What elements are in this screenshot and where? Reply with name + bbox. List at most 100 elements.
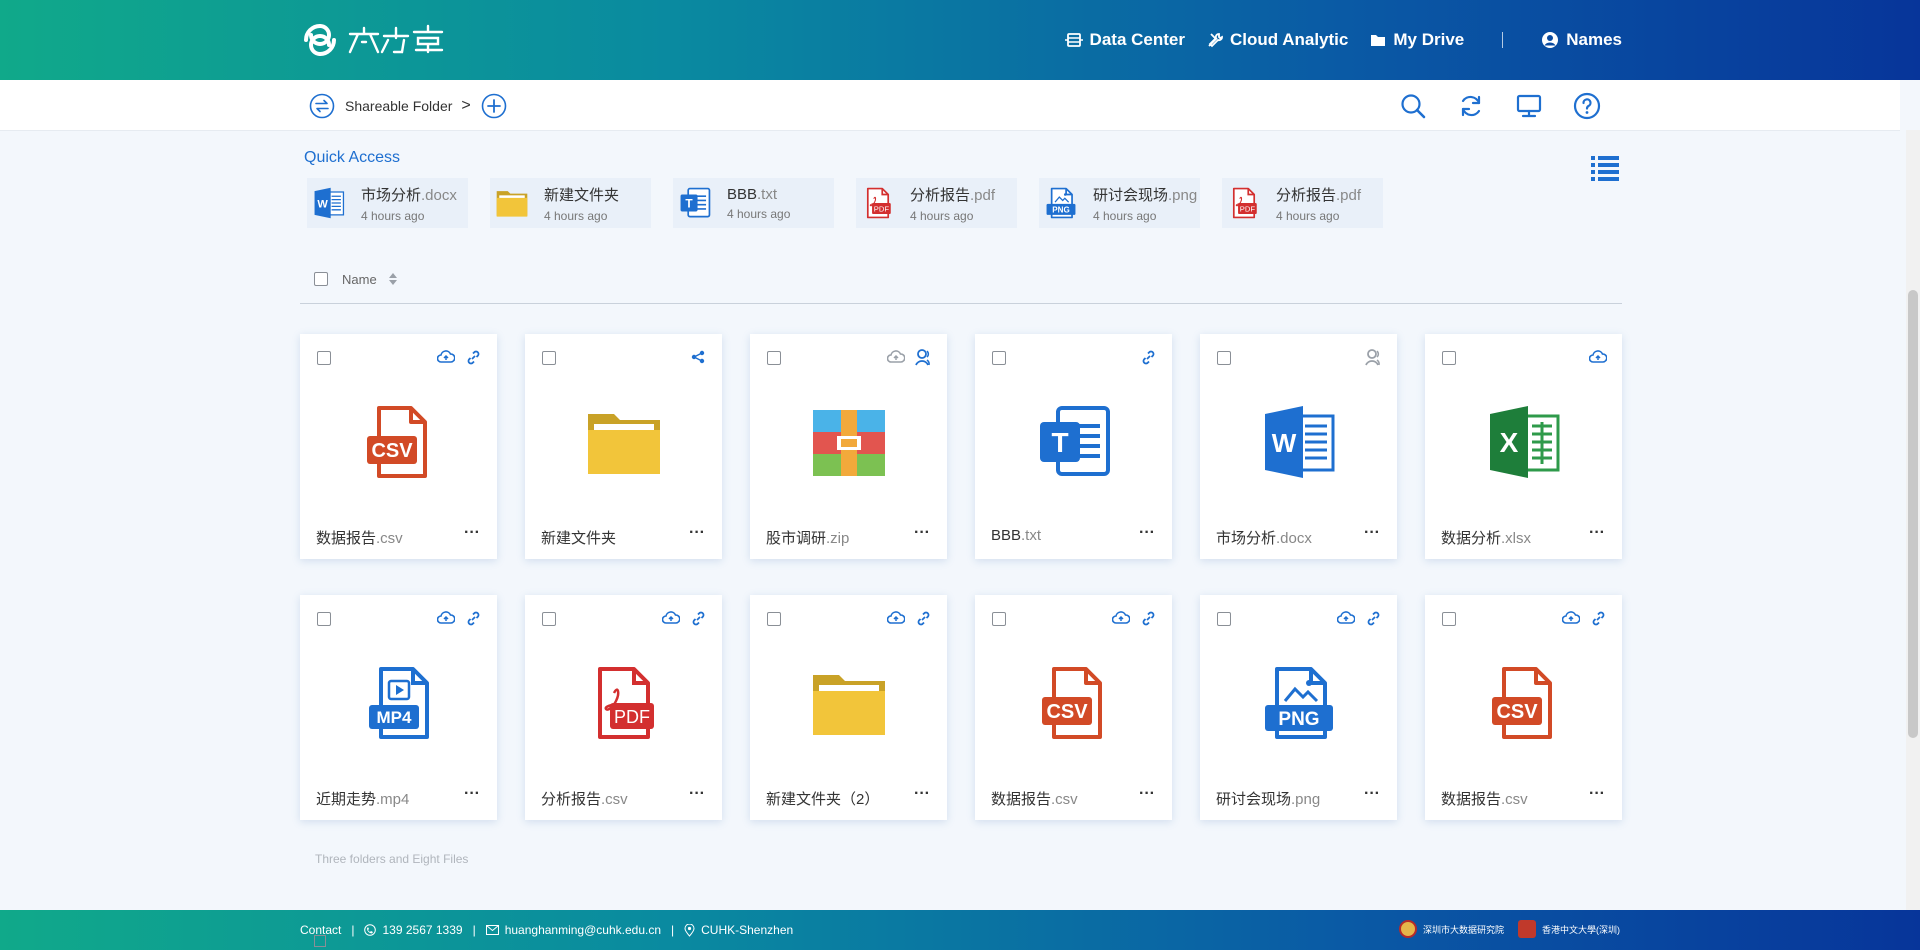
file-checkbox[interactable]: [767, 612, 781, 626]
file-card[interactable]: 新建文件夹（2） ···: [750, 595, 947, 820]
cloud-upload-icon[interactable]: [886, 608, 906, 628]
quick-access-item[interactable]: W 市场分析.docx 4 hours ago: [307, 178, 468, 228]
brand-logo[interactable]: [300, 20, 465, 60]
file-card[interactable]: 股市调研.zip ···: [750, 334, 947, 559]
cloud-upload-icon[interactable]: [436, 608, 456, 628]
quick-access-item[interactable]: T BBB.txt 4 hours ago: [673, 178, 834, 228]
quick-access-time: 4 hours ago: [361, 208, 425, 223]
footer-divider: |: [472, 923, 476, 937]
file-badges: [681, 347, 708, 367]
link-icon[interactable]: [463, 608, 483, 628]
more-options-button[interactable]: ···: [914, 785, 930, 803]
folder-icon: [1371, 35, 1386, 46]
file-name: 数据报告.csv: [316, 530, 403, 547]
contact-phone[interactable]: 139 2567 1339: [382, 923, 462, 937]
file-name: 股市调研.zip: [766, 530, 850, 547]
file-checkbox[interactable]: [317, 351, 331, 365]
display-button[interactable]: [1514, 91, 1544, 121]
cloud-upload-icon[interactable]: [436, 347, 456, 367]
more-options-button[interactable]: ···: [464, 785, 480, 803]
file-checkbox[interactable]: [542, 612, 556, 626]
user-menu[interactable]: Names: [1541, 30, 1622, 50]
file-checkbox[interactable]: [1217, 351, 1231, 365]
file-card[interactable]: PDF 分析报告.csv ···: [525, 595, 722, 820]
quick-access-item[interactable]: PDF 分析报告.pdf 4 hours ago: [1222, 178, 1383, 228]
cloud-upload-icon[interactable]: [886, 347, 906, 367]
breadcrumb-current[interactable]: Shareable Folder: [345, 98, 452, 114]
cloud-upload-icon[interactable]: [661, 608, 681, 628]
folder-icon: [494, 185, 530, 221]
file-card[interactable]: CSV 数据报告.csv ···: [1425, 595, 1622, 820]
more-options-button[interactable]: ···: [914, 524, 930, 542]
partner-sribd[interactable]: 深圳市大数据研究院: [1398, 920, 1504, 938]
select-all-checkbox[interactable]: [314, 272, 328, 286]
link-icon[interactable]: [463, 347, 483, 367]
add-circle-icon[interactable]: [481, 93, 507, 119]
cloud-upload-icon[interactable]: [1561, 608, 1581, 628]
partner-cuhksz[interactable]: 香港中文大學(深圳): [1518, 920, 1620, 938]
file-card[interactable]: T BBB.txt ···: [975, 334, 1172, 559]
more-options-button[interactable]: ···: [1364, 524, 1380, 542]
file-checkbox[interactable]: [1217, 612, 1231, 626]
scrollbar-thumb[interactable]: [1908, 290, 1918, 738]
nav-cloud-analytic[interactable]: Cloud Analytic: [1207, 30, 1348, 50]
zip-file-icon: [809, 402, 889, 482]
file-checkbox[interactable]: [542, 351, 556, 365]
link-icon[interactable]: [1588, 608, 1608, 628]
file-checkbox[interactable]: [992, 612, 1006, 626]
cloud-upload-icon[interactable]: [1336, 608, 1356, 628]
floating-checkbox[interactable]: [314, 935, 326, 947]
link-icon[interactable]: [1138, 347, 1158, 367]
switch-icon[interactable]: [309, 93, 335, 119]
nav-data-center[interactable]: Data Center: [1064, 30, 1185, 50]
more-options-button[interactable]: ···: [689, 524, 705, 542]
vertical-scrollbar[interactable]: [1906, 130, 1920, 910]
contact-email[interactable]: huanghanming@cuhk.edu.cn: [505, 923, 661, 937]
nav-my-drive[interactable]: My Drive: [1370, 30, 1464, 50]
refresh-button[interactable]: [1456, 91, 1486, 121]
tools-icon: [1208, 33, 1223, 48]
sort-icon[interactable]: [388, 272, 398, 286]
file-card[interactable]: CSV 数据报告.csv ···: [975, 595, 1172, 820]
shared-users-icon[interactable]: [913, 347, 933, 367]
file-checkbox[interactable]: [767, 351, 781, 365]
user-circle-icon: [1542, 32, 1559, 48]
quick-access-item[interactable]: 新建文件夹 4 hours ago: [490, 178, 651, 228]
file-checkbox[interactable]: [317, 612, 331, 626]
search-button[interactable]: [1398, 91, 1428, 121]
shared-users-icon[interactable]: [1363, 347, 1383, 367]
cloud-upload-icon[interactable]: [1111, 608, 1131, 628]
more-options-button[interactable]: ···: [1364, 785, 1380, 803]
quick-access-item[interactable]: PDF 分析报告.pdf 4 hours ago: [856, 178, 1017, 228]
file-card[interactable]: 新建文件夹 ···: [525, 334, 722, 559]
name-column-header[interactable]: Name: [342, 272, 377, 287]
file-name: 近期走势.mp4: [316, 791, 410, 808]
file-card[interactable]: X 数据分析.xlsx ···: [1425, 334, 1622, 559]
file-card[interactable]: W 市场分析.docx ···: [1200, 334, 1397, 559]
list-view-button[interactable]: [1590, 154, 1620, 184]
file-name: 数据分析.xlsx: [1441, 530, 1532, 547]
more-options-button[interactable]: ···: [1139, 524, 1155, 542]
more-options-button[interactable]: ···: [1589, 524, 1605, 542]
link-icon[interactable]: [688, 608, 708, 628]
more-options-button[interactable]: ···: [689, 785, 705, 803]
link-icon[interactable]: [1138, 608, 1158, 628]
quick-access-item[interactable]: PNG 研讨会现场.png 4 hours ago: [1039, 178, 1200, 228]
quick-access-name: BBB.txt: [727, 185, 778, 203]
more-options-button[interactable]: ···: [464, 524, 480, 542]
file-card[interactable]: CSV 数据报告.csv ···: [300, 334, 497, 559]
link-icon[interactable]: [1363, 608, 1383, 628]
file-checkbox[interactable]: [1442, 351, 1456, 365]
file-checkbox[interactable]: [992, 351, 1006, 365]
file-checkbox[interactable]: [1442, 612, 1456, 626]
file-card[interactable]: MP4 近期走势.mp4 ···: [300, 595, 497, 820]
share-icon[interactable]: [688, 347, 708, 367]
link-icon[interactable]: [913, 608, 933, 628]
quick-access-title: Quick Access: [304, 149, 401, 166]
file-card[interactable]: PNG 研讨会现场.png ···: [1200, 595, 1397, 820]
footer-contact: Contact | 139 2567 1339 | huanghanming@c…: [300, 923, 793, 937]
more-options-button[interactable]: ···: [1589, 785, 1605, 803]
more-options-button[interactable]: ···: [1139, 785, 1155, 803]
cloud-upload-icon[interactable]: [1588, 347, 1608, 367]
help-button[interactable]: [1572, 91, 1602, 121]
